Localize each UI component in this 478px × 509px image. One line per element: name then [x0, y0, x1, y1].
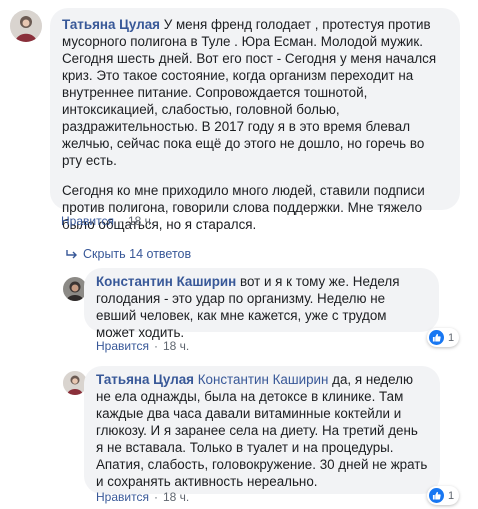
reply-bubble: Татьяна Цулая Константин Каширин да, я н… — [84, 366, 440, 494]
avatar[interactable] — [10, 10, 42, 42]
separator-dot: · — [118, 214, 123, 228]
like-icon — [429, 330, 444, 345]
reply-mention[interactable]: Константин Каширин — [198, 372, 329, 387]
comment-bubble: Татьяна Цулая У меня френд голодает , пр… — [50, 8, 460, 232]
separator-dot: · — [153, 339, 158, 353]
like-button[interactable]: Нравится — [61, 214, 114, 228]
timestamp[interactable]: 18 ч. — [163, 490, 189, 504]
reaction-count[interactable]: 1 — [427, 328, 460, 347]
like-button[interactable]: Нравится — [96, 490, 149, 504]
timestamp[interactable]: 18 ч. — [163, 339, 189, 353]
like-button[interactable]: Нравится — [96, 339, 149, 353]
comment-author[interactable]: Татьяна Цулая — [62, 17, 160, 32]
reply-author[interactable]: Константин Каширин — [96, 274, 236, 289]
reaction-count-value: 1 — [448, 489, 455, 502]
reply-arrow-icon — [66, 249, 78, 259]
comment-text: У меня френд голодает , протестуя против… — [62, 17, 437, 168]
reaction-count-value: 1 — [448, 331, 455, 344]
reply-author[interactable]: Татьяна Цулая — [96, 372, 194, 387]
timestamp[interactable]: 18 ч. — [128, 214, 154, 228]
hide-replies-toggle[interactable]: Скрыть 14 ответов — [66, 247, 191, 261]
toggle-label: Скрыть 14 ответов — [83, 247, 192, 261]
reply-bubble: Константин Каширин вот и я к тому же. Не… — [84, 268, 439, 340]
reaction-count[interactable]: 1 — [427, 486, 460, 505]
comment-actions: Нравится · 18 ч. — [61, 214, 154, 228]
separator-dot: · — [153, 490, 158, 504]
reply-actions: Нравится · 18 ч. — [96, 490, 189, 504]
like-icon — [429, 488, 444, 503]
reply-actions: Нравится · 18 ч. — [96, 339, 189, 353]
reply-text: да, я неделю не ела однажды, была на дет… — [96, 372, 428, 489]
